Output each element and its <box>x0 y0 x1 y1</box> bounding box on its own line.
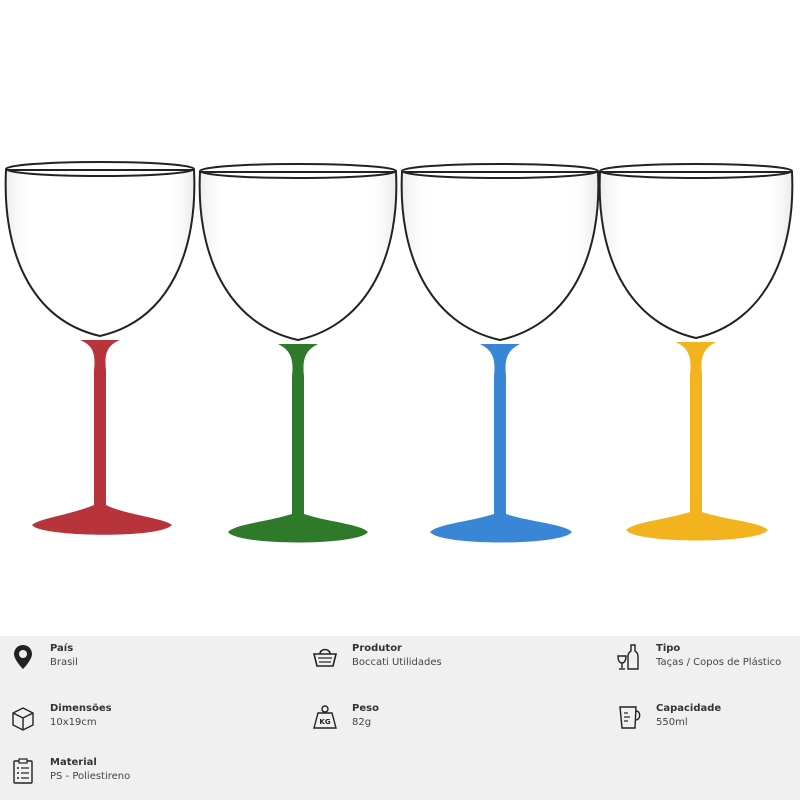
spec-pais-value: Brasil <box>50 657 78 668</box>
spec-tipo-label: Tipo <box>656 643 681 654</box>
product-image <box>0 0 800 636</box>
glass-red <box>4 161 196 535</box>
spec-produtor-label: Produtor <box>352 643 402 654</box>
spec-dimensoes-label: Dimensões <box>50 703 112 714</box>
weight-kg-icon: KG <box>310 702 340 732</box>
box-dimensions-icon <box>8 702 38 732</box>
glass-blue-stem <box>430 344 572 543</box>
spec-dimensoes-value: 10x19cm <box>50 717 97 728</box>
glass-green-stem <box>228 344 368 543</box>
spec-peso-label: Peso <box>352 703 379 714</box>
gin-glasses-illustration <box>4 161 794 543</box>
wine-bottle-glass-icon <box>614 642 644 672</box>
specs-panel: País Brasil Produtor Boccati Utilidades <box>0 636 800 800</box>
glass-green <box>198 163 398 543</box>
glass-yellow-stem <box>626 342 768 541</box>
spec-tipo-value: Taças / Copos de Plástico <box>656 657 782 668</box>
glass-blue <box>400 163 600 543</box>
location-pin-icon <box>8 642 38 672</box>
spec-capacidade-label: Capacidade <box>656 703 722 714</box>
spec-produtor-value: Boccati Utilidades <box>352 657 442 668</box>
spec-material-value: PS - Poliestireno <box>50 771 131 782</box>
spec-pais-label: País <box>50 643 74 654</box>
basket-icon <box>310 642 340 672</box>
clipboard-list-icon <box>8 756 38 786</box>
glass-yellow <box>598 163 794 541</box>
spec-material-label: Material <box>50 757 97 768</box>
spec-peso-value: 82g <box>352 717 372 728</box>
weight-kg-icon-text: KG <box>319 718 330 726</box>
measuring-cup-icon <box>614 702 644 732</box>
spec-capacidade-value: 550ml <box>656 717 688 728</box>
glass-red-stem <box>32 340 172 535</box>
